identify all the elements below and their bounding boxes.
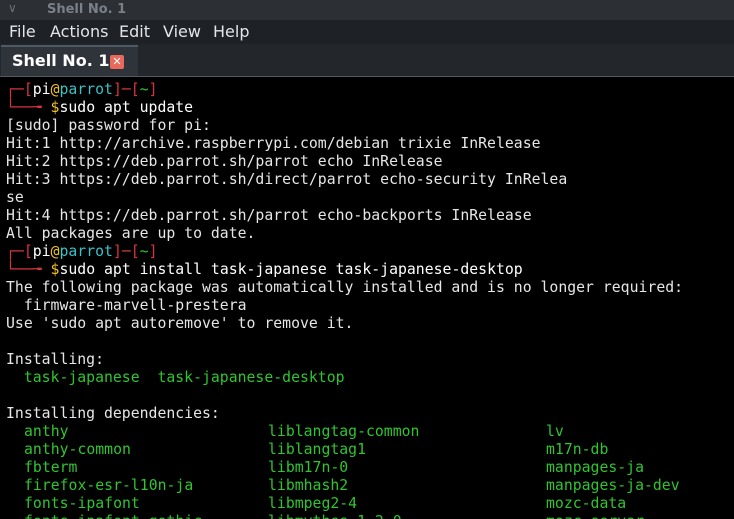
prompt-line: ┌─[pi@parrot]─[~]: [6, 243, 158, 260]
dependency-package: firefox-esr-l10n-ja: [24, 477, 194, 494]
output-line: Installing:: [6, 351, 104, 368]
dependency-package: anthy: [24, 423, 69, 440]
dependency-package: fonts-ipafont: [24, 495, 140, 512]
menu-view[interactable]: View: [163, 22, 201, 41]
dependency-package: libmythes-1.2-0: [268, 513, 402, 519]
tab-bar: Shell No. 1 ✕: [0, 44, 734, 76]
dependencies-header: Installing dependencies:: [6, 405, 220, 422]
output-line: All packages are up to date.: [6, 225, 256, 242]
dependency-package: manpages-ja-dev: [546, 477, 680, 494]
terminal-output[interactable]: ┌─[pi@parrot]─[~] └──╼ $sudo apt update …: [0, 77, 734, 519]
dependency-package: liblangtag-common: [268, 423, 420, 440]
close-icon[interactable]: ✕: [110, 55, 124, 69]
output-line: The following package was automatically …: [6, 279, 684, 296]
tab-label: Shell No. 1: [12, 51, 110, 70]
dependency-package: mozc-server: [546, 513, 644, 519]
installing-packages: task-japanese task-japanese-desktop: [6, 369, 345, 386]
menu-bar: File Actions Edit View Help: [0, 20, 734, 44]
prompt-line: ┌─[pi@parrot]─[~]: [6, 81, 158, 98]
dependency-package: mozc-data: [546, 495, 627, 512]
output-line: Hit:3 https://deb.parrot.sh/direct/parro…: [6, 171, 568, 188]
dependency-package: libmhash2: [268, 477, 349, 494]
output-line: se: [6, 189, 24, 206]
dependency-package: anthy-common: [24, 441, 131, 458]
dependency-package: lv: [546, 423, 564, 440]
dependency-package: libm17n-0: [268, 459, 349, 476]
command-line: └──╼ $sudo apt update: [6, 99, 194, 116]
menu-edit[interactable]: Edit: [119, 22, 150, 41]
dependency-package: liblangtag1: [268, 441, 366, 458]
title-bar: ∨ Shell No. 1: [0, 0, 734, 20]
dependency-package: manpages-ja: [546, 459, 644, 476]
menu-help[interactable]: Help: [213, 22, 249, 41]
window-title: Shell No. 1: [47, 2, 127, 17]
dependency-package: fonts-ipafont-gothic: [24, 513, 202, 519]
output-line: Hit:1 http://archive.raspberrypi.com/deb…: [6, 135, 541, 152]
output-line: Hit:2 https://deb.parrot.sh/parrot echo …: [6, 153, 443, 170]
dependency-package: fbterm: [24, 459, 78, 476]
chevron-down-icon[interactable]: ∨: [8, 1, 17, 15]
command-line: └──╼ $sudo apt install task-japanese tas…: [6, 261, 523, 278]
tab-shell-1[interactable]: Shell No. 1 ✕: [1, 45, 138, 76]
dependency-package: m17n-db: [546, 441, 609, 458]
output-line: Use 'sudo apt autoremove' to remove it.: [6, 315, 354, 332]
menu-actions[interactable]: Actions: [50, 22, 108, 41]
menu-file[interactable]: File: [9, 22, 36, 41]
output-line: Hit:4 https://deb.parrot.sh/parrot echo-…: [6, 207, 532, 224]
output-line: [sudo] password for pi:: [6, 117, 211, 134]
output-line: firmware-marvell-prestera: [6, 297, 247, 314]
dependency-package: libmpeg2-4: [268, 495, 358, 512]
